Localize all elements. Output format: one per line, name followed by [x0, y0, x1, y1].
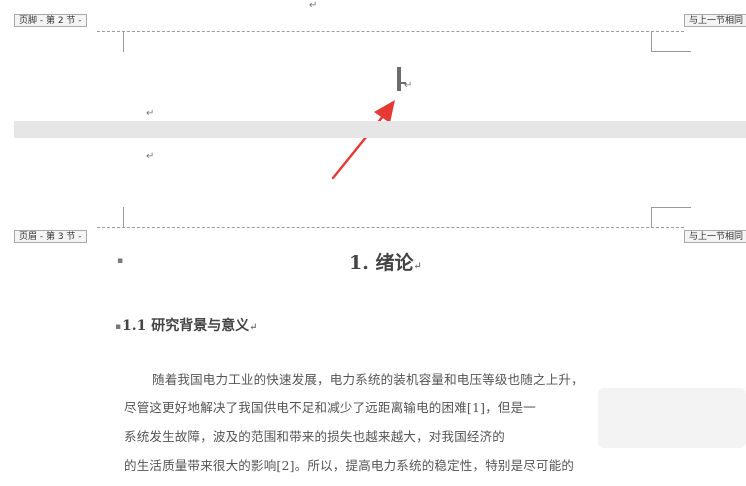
section-heading-mark: ↵ — [249, 322, 258, 333]
heading1-bullet: ▪ — [117, 256, 124, 266]
watermark-blur — [598, 388, 746, 448]
chapter-heading: 1. 绪论↵ — [349, 248, 422, 275]
chapter-heading-text: 1. 绪论 — [349, 252, 414, 274]
top-paragraph-mark: ↵ — [309, 0, 318, 11]
footer-section-2-tag[interactable]: 页脚 - 第 2 节 - — [14, 14, 87, 27]
crop-mark-right — [651, 32, 652, 52]
chapter-heading-mark: ↵ — [413, 261, 422, 272]
body-line-3: 系统发生故障，波及的范围和带来的损失也越来越大，对我国经济的 — [124, 429, 506, 444]
crop-mark-right-2-h — [651, 207, 691, 208]
crop-mark-right-2 — [651, 207, 652, 227]
header-paragraph-mark: ↵ — [146, 151, 155, 162]
section-heading: 1.1 研究背景与意义↵ — [122, 315, 258, 335]
crop-mark-right-h — [651, 51, 691, 52]
text-cursor — [397, 67, 401, 91]
crop-mark-left — [123, 32, 124, 52]
header-link-to-previous-tag[interactable]: 与上一节相同 — [684, 230, 746, 243]
body-line-4: 的生活质量带来很大的影响[2]。所以，提高电力系统的稳定性，特别是尽可能的 — [124, 458, 575, 473]
header-boundary-line — [97, 227, 684, 228]
annotation-arrow — [331, 100, 395, 180]
footer-boundary-line — [97, 31, 684, 32]
body-line-2: 尽管这更好地解决了我国供电不足和减少了远距离输电的困难[1]，但是一 — [124, 400, 537, 415]
footer-link-to-previous-tag[interactable]: 与上一节相同 — [684, 14, 746, 27]
page-gap — [14, 121, 746, 138]
heading2-bullet: ▪ — [115, 322, 122, 332]
body-line-1: 随着我国电力工业的快速发展，电力系统的装机容量和电压等级也随之上升， — [152, 372, 584, 387]
section-heading-text: 1.1 研究背景与意义 — [122, 318, 250, 334]
footer-paragraph-mark: ↵ — [146, 108, 155, 119]
crop-mark-left-2 — [123, 207, 124, 227]
header-section-3-tag[interactable]: 页眉 - 第 3 节 - — [14, 230, 87, 243]
